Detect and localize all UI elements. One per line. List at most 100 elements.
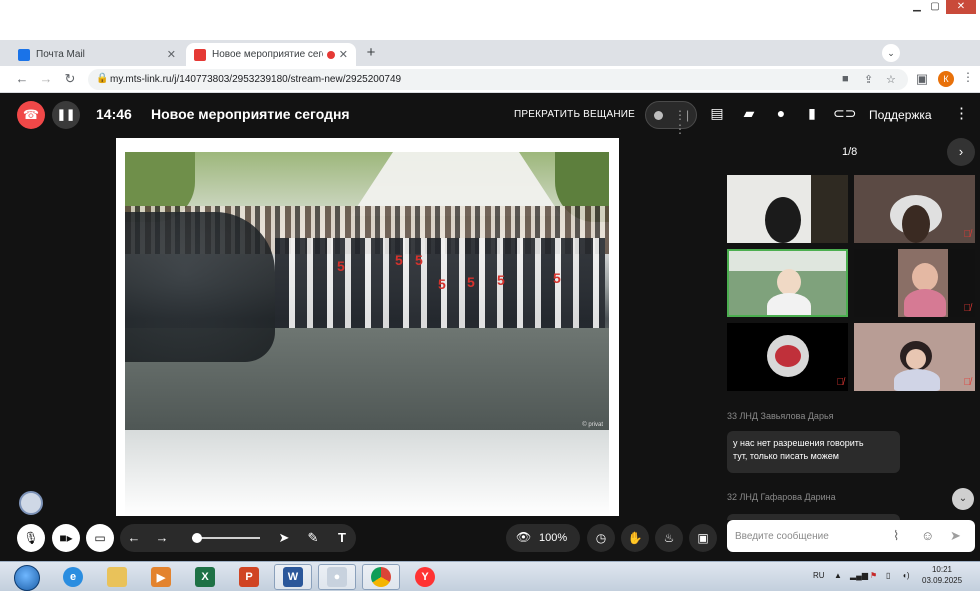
app-menu-icon[interactable]: ⋮ (954, 104, 969, 122)
participant-silhouette (902, 205, 930, 243)
side-panel-icon[interactable]: ▣ (914, 71, 930, 87)
new-tab-button[interactable]: + (362, 44, 380, 62)
participant-tile[interactable]: 🎙̸ (854, 323, 975, 391)
participant-tile[interactable]: 🎙̸ (854, 175, 975, 243)
participant-body (767, 293, 811, 315)
participant-tile[interactable] (727, 175, 848, 243)
folder-icon (107, 567, 127, 587)
phone-hangup-icon: ☎ (22, 107, 40, 122)
maximize-button[interactable]: ▢ (928, 0, 942, 14)
pencil-icon[interactable]: ✎ (305, 530, 321, 546)
muted-mic-icon: 🎙̸ (836, 377, 845, 388)
close-tab-icon[interactable]: ✕ (339, 48, 348, 61)
chat-message-input[interactable] (727, 520, 975, 552)
link-icon[interactable]: ⊂⊃ (833, 105, 856, 122)
raise-hand-button[interactable]: ✋ (621, 524, 649, 552)
microphone-button[interactable]: 🎙 (17, 524, 45, 552)
photo-number-label: 5 (395, 252, 403, 268)
participant-tile[interactable]: 🎙̸ (854, 249, 975, 317)
taskbar-media-player[interactable]: ▶ (142, 564, 180, 590)
pointer-icon[interactable]: ➤ (276, 530, 292, 546)
chat-message: у нас нет разрешения говорить тут, тольк… (727, 431, 900, 473)
taskbar-file-explorer[interactable] (98, 564, 136, 590)
tab-mail[interactable]: Почта Mail ✕ (10, 43, 184, 66)
forward-arrow-icon[interactable]: → (38, 71, 54, 87)
windows-taskbar: e ▶ X P W ● Y RU ▲ ▂▄▆ ⚑ ▯ ◖) 10:21 03.0… (0, 561, 980, 591)
url-text[interactable]: my.mts-link.ru/j/140773803/2953239180/st… (110, 74, 401, 85)
tab-search-icon[interactable]: ⌄ (882, 44, 900, 62)
reload-icon[interactable]: ↻ (62, 71, 78, 87)
back-arrow-icon[interactable]: ← (14, 71, 30, 87)
taskbar-excel[interactable]: X (186, 564, 224, 590)
clock-time: 10:21 (931, 565, 953, 574)
noise-suppression-toggle[interactable]: ⋮|⋮ (645, 101, 697, 136)
next-page-button[interactable]: › (947, 138, 975, 166)
picture-in-picture-button[interactable]: ▣ (689, 524, 717, 552)
address-bar[interactable]: 🔒 my.mts-link.ru/j/140773803/2953239180/… (88, 69, 908, 90)
volume-icon[interactable]: ◖) (902, 571, 910, 580)
pause-button[interactable]: ❚❚ (52, 101, 80, 129)
participant-face (912, 263, 938, 291)
start-button[interactable] (14, 565, 40, 591)
pip-icon: ▣ (697, 531, 709, 545)
close-tab-icon[interactable]: ✕ (167, 48, 176, 61)
camera-indicator-icon[interactable]: ■ (842, 73, 849, 85)
send-icon[interactable]: ➤ (950, 528, 961, 544)
support-link[interactable]: Поддержка (869, 108, 932, 122)
lock-icon: 🔒 (96, 73, 109, 84)
hand-icon: ✋ (627, 531, 643, 545)
security-flag-icon[interactable]: ⚑ (870, 571, 877, 580)
taskbar-word[interactable]: W (274, 564, 312, 590)
agenda-icon[interactable]: ▤ (707, 105, 727, 122)
keyboard-language[interactable]: RU (813, 571, 825, 580)
video-camera-icon: ■▸ (59, 531, 73, 545)
screen-share-button[interactable]: ▭ (86, 524, 114, 552)
participant-tile[interactable]: 🎙̸ (727, 323, 848, 391)
text-tool-icon[interactable]: T (334, 530, 350, 545)
chat-icon[interactable]: ▰ (739, 105, 759, 122)
minimize-button[interactable]: ▁ (910, 0, 924, 14)
leave-call-button[interactable]: ☎ (17, 101, 45, 129)
reactions-button[interactable]: ♨ (655, 524, 683, 552)
zoom-control[interactable]: 👁 100% (506, 524, 580, 552)
participant-tile-speaking[interactable] (727, 249, 848, 317)
share-icon[interactable]: ⇪ (864, 73, 873, 86)
network-signal-icon[interactable]: ▂▄▆ (850, 571, 868, 580)
close-window-button[interactable]: ✕ (946, 0, 976, 14)
scroll-down-button[interactable]: ⌄ (952, 488, 974, 510)
stopwatch-icon: ◷ (595, 531, 607, 545)
camera-button[interactable]: ■▸ (52, 524, 80, 552)
slide-progress-slider[interactable] (192, 533, 260, 543)
taskbar-contact[interactable]: ● (318, 564, 356, 590)
media-player-icon: ▶ (151, 567, 171, 587)
taskbar-internet-explorer[interactable]: e (54, 564, 92, 590)
tab-event[interactable]: Новое мероприятие сегодн ✕ (186, 43, 356, 66)
document-icon[interactable]: ▮ (802, 105, 822, 122)
taskbar-chrome[interactable] (362, 564, 400, 590)
show-hidden-icons-icon[interactable]: ▲ (834, 571, 842, 580)
slider-thumb[interactable] (192, 533, 202, 543)
participant-face (906, 349, 926, 369)
browser-tab-strip: Почта Mail ✕ Новое мероприятие сегодн ✕ … (0, 40, 980, 66)
next-slide-icon[interactable]: → (154, 530, 170, 545)
system-clock[interactable]: 10:21 03.09.2025 (922, 564, 962, 586)
battery-icon[interactable]: ▯ (886, 571, 890, 580)
chevron-down-icon: ⌄ (958, 493, 968, 504)
stop-broadcast-button[interactable]: ПРЕКРАТИТЬ ВЕЩАНИЕ (514, 109, 635, 120)
taskbar-yandex[interactable]: Y (406, 564, 444, 590)
organization-logo (19, 491, 43, 515)
paperclip-icon[interactable]: ⌇ (893, 528, 899, 544)
screen: ▁ ▢ ✕ Почта Mail ✕ Новое мероприятие сег… (0, 0, 980, 608)
previous-slide-icon[interactable]: ← (126, 530, 142, 545)
bookmark-star-icon[interactable]: ☆ (886, 73, 896, 86)
emoji-icon[interactable]: ☺ (921, 528, 934, 543)
browser-menu-icon[interactable]: ⋮ (962, 70, 974, 84)
participant-face (777, 269, 801, 295)
participants-icon[interactable]: ● (771, 105, 791, 121)
timer-button[interactable]: ◷ (587, 524, 615, 552)
taskbar-powerpoint[interactable]: P (230, 564, 268, 590)
chat-author: 32 ЛНД Гафарова Дарина (727, 492, 836, 502)
profile-avatar[interactable]: К (938, 71, 954, 87)
muted-mic-icon: 🎙̸ (963, 377, 972, 388)
eye-icon: 👁 (516, 530, 532, 544)
